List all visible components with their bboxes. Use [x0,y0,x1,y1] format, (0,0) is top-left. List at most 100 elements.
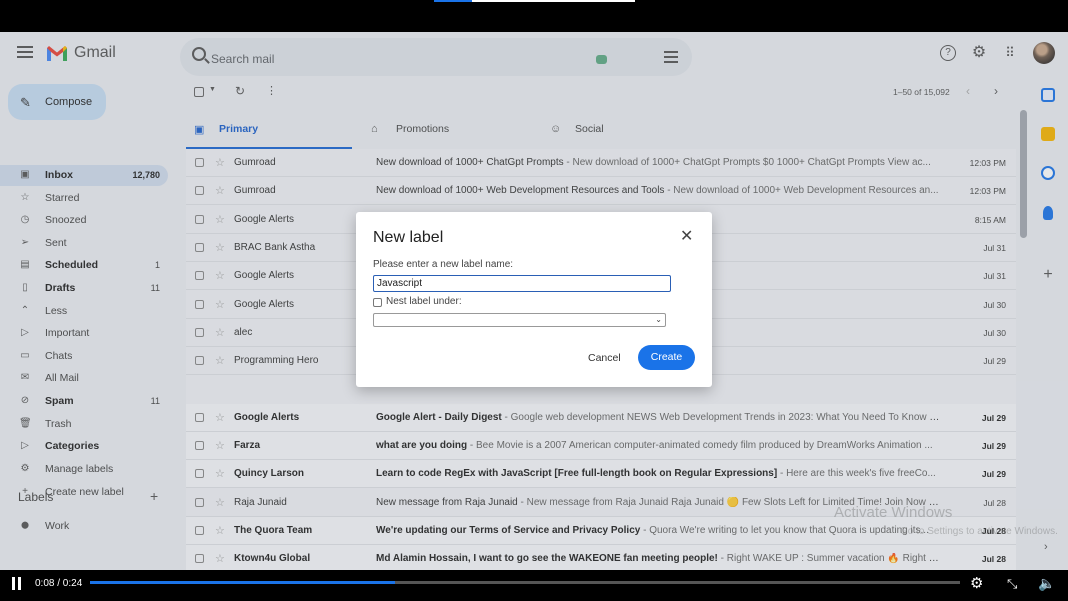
sidebar-item-label: Important [45,327,90,339]
contacts-icon[interactable] [1043,206,1053,220]
row-checkbox[interactable] [195,469,204,479]
table-row[interactable]: ☆ Quincy Larson Learn to code RegEx with J… [186,460,1016,489]
pagination-count: 1–50 of 15,092 [893,87,950,97]
sidebar-item-trash[interactable]: 🗑 Trash [0,414,168,435]
calendar-icon[interactable] [1041,88,1055,102]
email-sender: Programming Hero [234,355,319,367]
sidebar-item-inbox[interactable]: ▣ Inbox 12,780 [0,165,168,186]
chevron-right-icon[interactable]: › [994,84,998,98]
sidebar-item-snoozed[interactable]: ◷ Snoozed [0,210,168,231]
exit-fullscreen-icon[interactable]: ⤡ [1007,576,1017,592]
table-row[interactable]: ☆ Gumroad New download of 1000+ ChatGpt Pr… [186,149,1016,177]
row-checkbox[interactable] [195,242,204,252]
important-icon: ▷ [21,327,29,338]
table-row[interactable]: ☆ Google Alerts Google Alert - Daily Diges… [186,403,1016,432]
sidebar-item-manage-labels[interactable]: ⚙ Manage labels [0,459,168,480]
nest-label-checkbox[interactable] [373,298,382,307]
refresh-icon[interactable]: ↻ [235,84,245,98]
sidebar-item-sent[interactable]: ➢ Sent [0,233,168,254]
email-subject: what are you doing [376,440,468,451]
keep-icon[interactable] [1041,127,1055,141]
search-icon[interactable] [192,47,206,61]
sidebar-item-starred[interactable]: ☆ Starred [0,188,168,209]
sidebar-item-spam[interactable]: ⊘ Spam 11 [0,391,168,412]
table-row[interactable]: ☆ The Quora Team We're updating our Terms … [186,516,1016,545]
create-button[interactable]: Create [638,345,695,370]
avatar[interactable] [1033,42,1055,64]
star-icon[interactable]: ☆ [215,213,225,226]
row-checkbox[interactable] [195,158,204,167]
help-icon[interactable]: ? [940,45,956,61]
star-icon[interactable]: ☆ [215,467,225,480]
tasks-icon[interactable] [1041,166,1055,180]
compose-button[interactable]: ✎ Compose [8,84,106,120]
star-icon[interactable]: ☆ [215,552,225,565]
volume-icon[interactable]: 🔈 [1038,575,1055,592]
star-icon[interactable]: ☆ [215,298,225,311]
chevron-left-icon[interactable]: ‹ [966,84,970,98]
side-panel-chevron-icon[interactable]: › [1044,541,1048,553]
row-checkbox[interactable] [195,214,204,224]
parent-label-select[interactable]: ⌄ [373,313,666,327]
email-subject: New message from Raja Junaid [376,496,518,508]
star-icon[interactable]: ☆ [215,496,225,509]
search-input[interactable]: Search mail [211,52,274,66]
sidebar-item-label: Create new label [45,486,124,498]
tab-primary[interactable]: ▣ Primary [186,112,352,150]
row-checkbox[interactable] [195,412,204,422]
label-item-work[interactable]: ⬤ Work [0,516,168,537]
scrollbar[interactable] [1020,110,1027,238]
row-checkbox[interactable] [195,525,204,535]
email-date: Jul 30 [983,327,1006,338]
main-menu-icon[interactable] [17,46,33,58]
star-icon[interactable]: ☆ [215,326,225,339]
select-dropdown-icon[interactable]: ▼ [209,86,216,93]
star-icon[interactable]: ☆ [215,524,225,537]
star-icon[interactable]: ☆ [215,439,225,452]
close-icon[interactable]: ✕ [680,226,693,246]
video-progress-track[interactable] [90,581,960,584]
settings-gear-icon[interactable]: ⚙ [970,574,983,592]
star-icon[interactable]: ☆ [215,269,225,282]
tab-promotions[interactable]: ⌂ Promotions [363,112,533,150]
row-checkbox[interactable] [195,271,204,281]
row-checkbox[interactable] [195,299,204,309]
pause-icon[interactable] [12,577,22,590]
apps-grid-icon[interactable]: ⠿ [1002,45,1018,61]
row-checkbox[interactable] [195,327,204,337]
add-app-plus-icon[interactable]: + [1041,267,1055,283]
star-icon[interactable]: ☆ [215,354,225,367]
star-icon[interactable]: ☆ [215,156,225,169]
all-mail-icon: ✉ [20,372,30,383]
top-progress-accent [434,0,472,2]
table-row[interactable]: ☆ Farza what are you doing - Bee Movie is … [186,432,1016,460]
tab-social[interactable]: ☺ Social [542,112,712,150]
row-checkbox[interactable] [195,356,204,366]
sidebar-item-count: 11 [150,283,160,293]
sidebar-item-chats[interactable]: ▭ Chats [0,346,168,367]
row-checkbox[interactable] [195,497,204,507]
add-label-button[interactable]: + [150,488,158,504]
search-options-icon[interactable] [664,51,678,63]
more-options-icon[interactable]: ⋮ [266,84,277,97]
sidebar-item-scheduled[interactable]: ▤ Scheduled 1 [0,255,168,276]
sidebar-item-categories[interactable]: ▷ Categories [0,436,168,457]
star-icon[interactable]: ☆ [215,241,225,254]
row-checkbox[interactable] [195,554,204,564]
select-all-checkbox[interactable] [194,87,204,97]
sidebar-item-important[interactable]: ▷ Important [0,323,168,344]
label-name-input[interactable] [373,275,671,292]
sidebar-item-drafts[interactable]: ▯ Drafts 11 [0,278,168,299]
star-icon[interactable]: ☆ [215,184,225,197]
table-row[interactable]: ☆ Ktown4u Global Md Alamin Hossain, I want… [186,545,1016,570]
search-bar[interactable]: Search mail [180,38,692,76]
sidebar-item-all-mail[interactable]: ✉ All Mail [0,368,168,389]
row-checkbox[interactable] [195,186,204,196]
settings-gear-icon[interactable]: ⚙ [971,45,987,61]
sidebar-item-less[interactable]: ⌃ Less [0,301,168,322]
extension-icon[interactable] [596,55,607,64]
star-icon[interactable]: ☆ [215,411,225,424]
table-row[interactable]: ☆ Gumroad New download of 1000+ Web Develo… [186,177,1016,206]
cancel-button[interactable]: Cancel [582,346,627,370]
row-checkbox[interactable] [195,441,204,450]
